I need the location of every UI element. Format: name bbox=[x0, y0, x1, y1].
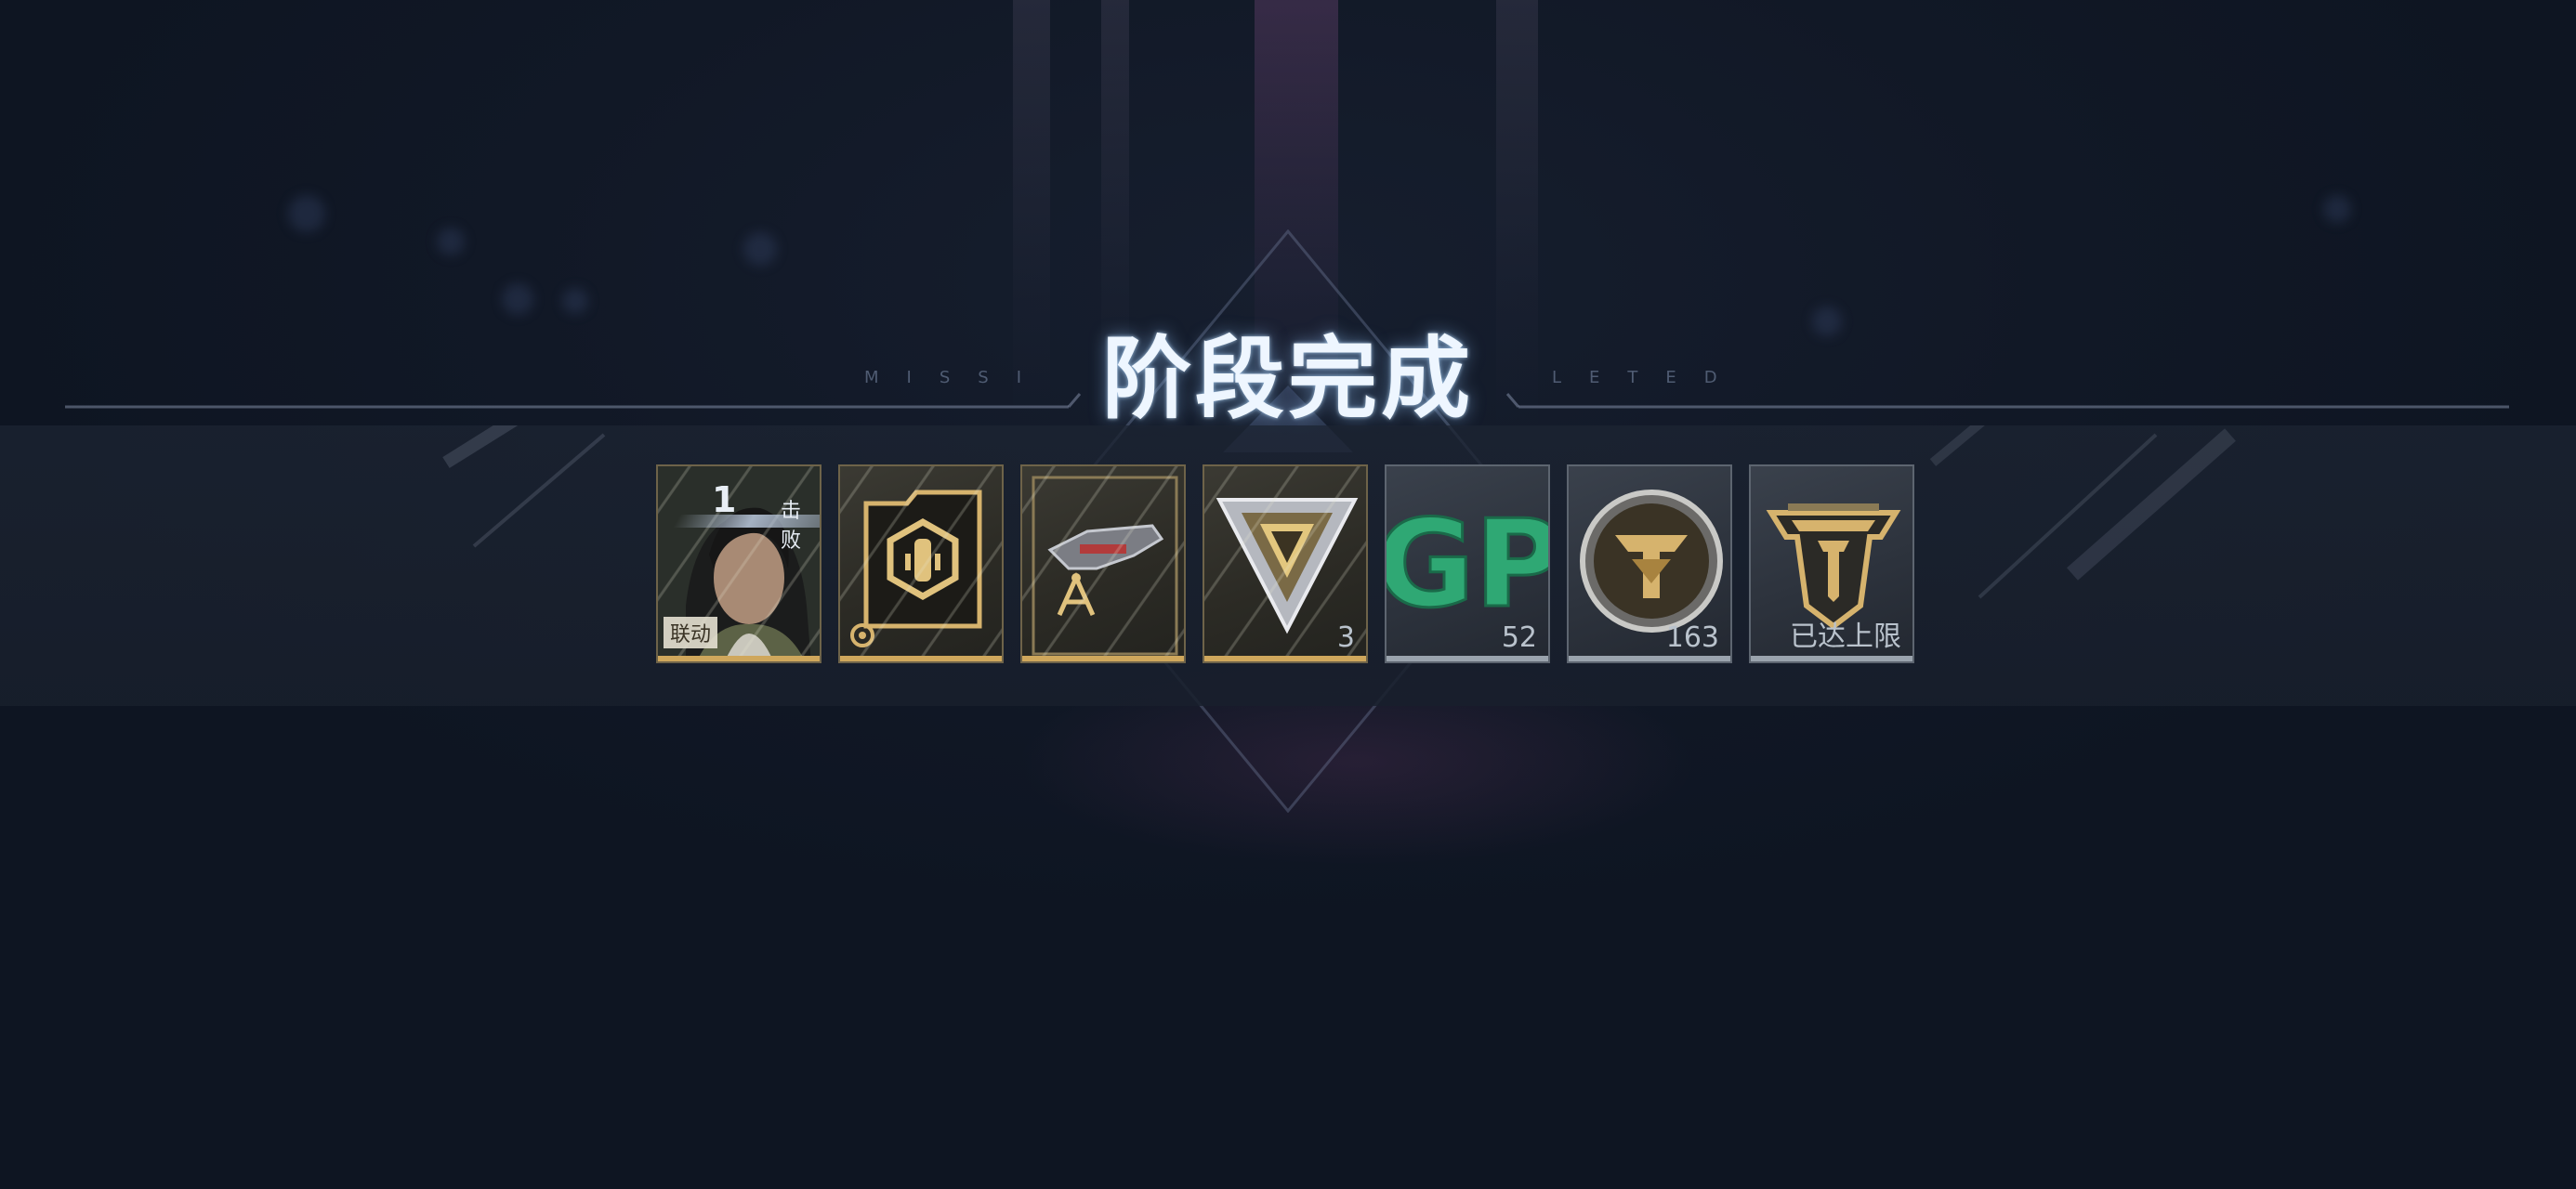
reward-card-gp[interactable]: GP 52 bbox=[1385, 464, 1550, 663]
reward-card-weapon-blueprint[interactable] bbox=[1020, 464, 1186, 663]
weapon-blueprint-icon bbox=[1032, 476, 1178, 656]
reward-list: 1 击败 联动 3 52 163 已达上限 bbox=[656, 464, 1920, 665]
reward-card-character[interactable]: 1 击败 联动 bbox=[656, 464, 821, 663]
page-title: 阶段完成 bbox=[1102, 327, 1474, 431]
ammo-folder-icon bbox=[850, 490, 982, 647]
bokeh-light bbox=[437, 228, 465, 255]
subtitle-left: MISSI bbox=[864, 368, 1049, 387]
reward-card-coin[interactable]: 163 bbox=[1567, 464, 1732, 663]
bokeh-light bbox=[2323, 195, 2351, 223]
reward-card-rank-crest[interactable]: 已达上限 bbox=[1749, 464, 1914, 663]
mission-complete-screen: MISSI LETED 阶段完成 1 击败 联动 3 52 163 已达上限 bbox=[0, 0, 2576, 1189]
bokeh-light bbox=[502, 283, 533, 315]
kill-count: 1 bbox=[712, 479, 737, 520]
reward-quantity: 已达上限 bbox=[1790, 621, 1901, 653]
bokeh-light bbox=[562, 288, 588, 314]
reward-quantity: 3 bbox=[1336, 621, 1355, 654]
reward-card-triangle-emblem[interactable]: 3 bbox=[1203, 464, 1368, 663]
light-pillar bbox=[1013, 0, 1050, 427]
collab-tag: 联动 bbox=[664, 617, 718, 648]
subtitle-right: LETED bbox=[1552, 368, 1745, 387]
bokeh-light bbox=[743, 232, 777, 266]
reward-quantity: 163 bbox=[1665, 621, 1719, 654]
reward-card-ammo-folder[interactable] bbox=[838, 464, 1004, 663]
kill-label: 击败 bbox=[781, 500, 802, 553]
bokeh-light bbox=[1812, 307, 1842, 336]
gp-label: GP bbox=[1387, 493, 1550, 634]
reward-quantity: 52 bbox=[1501, 621, 1537, 654]
bokeh-light bbox=[288, 195, 325, 232]
